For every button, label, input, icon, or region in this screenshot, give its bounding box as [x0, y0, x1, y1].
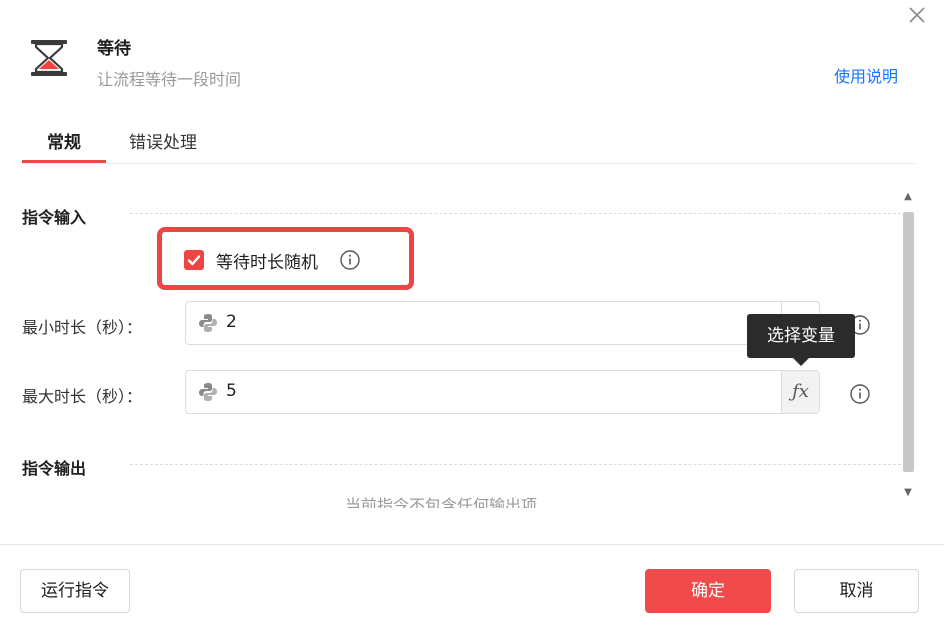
- section-title-output: 指令输出: [22, 459, 87, 478]
- python-icon: [199, 314, 217, 332]
- settings-panel: 指令输入 等待时长随机 最小时长（秒）： 2 最大时长（秒）： 5 ƒx 选择变…: [0, 186, 944, 508]
- variable-button[interactable]: ƒx: [781, 371, 819, 413]
- random-duration-label: 等待时长随机: [216, 253, 318, 273]
- section-divider: [130, 213, 906, 214]
- python-icon: [199, 383, 217, 401]
- max-duration-value: 5: [226, 381, 237, 401]
- close-button[interactable]: [904, 2, 930, 28]
- footer-divider: [0, 544, 944, 545]
- info-icon[interactable]: [849, 383, 871, 405]
- section-divider: [130, 464, 906, 465]
- help-link[interactable]: 使用说明: [834, 63, 898, 87]
- scroll-down-arrow-icon[interactable]: ▼: [898, 485, 918, 501]
- scroll-up-arrow-icon[interactable]: ▲: [898, 189, 918, 205]
- min-duration-label: 最小时长（秒）：: [22, 318, 143, 337]
- info-icon[interactable]: [339, 249, 361, 271]
- tab-general[interactable]: 常规: [22, 128, 106, 163]
- no-output-text: 当前指令不包含任何输出项: [345, 496, 538, 508]
- variable-tooltip: 选择变量: [747, 314, 855, 366]
- dialog-subtitle: 让流程等待一段时间: [97, 70, 242, 89]
- tab-error-handling[interactable]: 错误处理: [129, 128, 197, 153]
- close-icon: [909, 7, 925, 23]
- max-duration-input[interactable]: 5 ƒx: [185, 370, 820, 414]
- confirm-button[interactable]: 确定: [645, 569, 771, 613]
- scrollbar[interactable]: ▲ ▼: [898, 189, 918, 507]
- hourglass-icon: [31, 40, 67, 76]
- scrollbar-thumb[interactable]: [903, 212, 914, 472]
- min-duration-input[interactable]: 2: [185, 301, 820, 345]
- section-title-input: 指令输入: [22, 208, 87, 227]
- tab-bar: 常规 错误处理: [22, 116, 916, 164]
- random-duration-checkbox[interactable]: [184, 250, 204, 270]
- check-icon: [187, 255, 201, 266]
- run-command-button[interactable]: 运行指令: [20, 569, 130, 613]
- min-duration-value: 2: [226, 312, 237, 332]
- max-duration-label: 最大时长（秒）：: [22, 387, 143, 406]
- dialog-title: 等待: [97, 39, 131, 59]
- cancel-button[interactable]: 取消: [794, 569, 919, 613]
